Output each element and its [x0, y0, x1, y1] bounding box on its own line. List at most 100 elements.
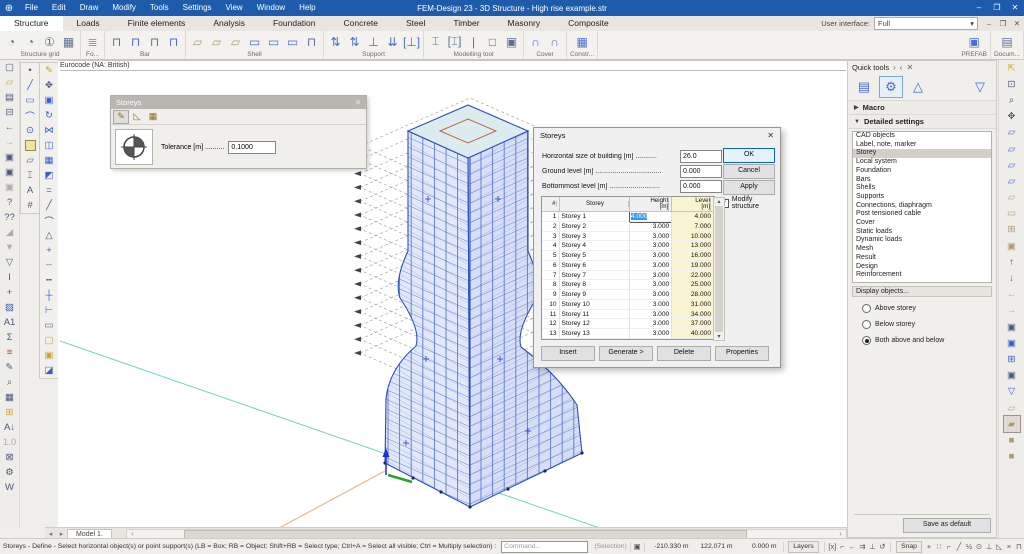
sketch-icon[interactable]: ✎ [2, 360, 18, 375]
scroll-left-icon[interactable]: ‹ [127, 531, 138, 538]
storeys-table[interactable]: # Storey Height [m] Level [m] 1 Storey 1 4.000 4… [541, 196, 725, 341]
solid-icon[interactable]: ▱ [22, 153, 38, 168]
tab-foundation[interactable]: Foundation [259, 16, 330, 31]
table-row[interactable]: 1 Storey 1 4.000 4.000 [542, 212, 714, 223]
radio-above-storey[interactable]: Above storey [862, 304, 996, 313]
dimension-icon[interactable]: ⌶ [22, 168, 38, 183]
construction-grid-icon[interactable]: ▦ [574, 33, 591, 50]
view-3d-icon[interactable]: ▱ [1004, 190, 1020, 206]
snap-tool-icon[interactable]: × [1004, 542, 1014, 551]
snap-tool-icon[interactable]: [x] [827, 542, 837, 551]
text-cursor-icon[interactable]: I [2, 270, 18, 285]
numbering-icon[interactable]: ① [41, 33, 58, 50]
snap-tool-icon[interactable]: ⇉ [857, 542, 867, 551]
command-input[interactable]: Command... [501, 540, 589, 553]
table-row[interactable]: 13 Storey 13 3.000 40.000 [542, 329, 714, 339]
snap-tool-icon[interactable]: ⊥ [867, 542, 877, 551]
settings-item-bars[interactable]: Bars [853, 176, 991, 185]
copy-icon[interactable]: ▣ [2, 150, 18, 165]
wall-icon[interactable]: ▭ [246, 33, 263, 50]
settings-item-static-loads[interactable]: Static loads [853, 228, 991, 237]
region-icon[interactable]: □ [484, 33, 501, 50]
settings-gear-icon[interactable]: ⚙ [2, 465, 18, 480]
table-row[interactable]: 11 Storey 11 3.000 34.000 [542, 309, 714, 320]
table-row[interactable]: 4 Storey 4 3.000 13.000 [542, 241, 714, 251]
snap-tool-icon[interactable]: ⊙ [974, 542, 984, 551]
move-icon[interactable]: ✥ [41, 78, 57, 93]
settings-item-supports[interactable]: Supports [853, 193, 991, 202]
tab-timber[interactable]: Timber [439, 16, 493, 31]
close-icon[interactable]: ✕ [1010, 19, 1024, 28]
edge-icon[interactable]: ▭ [41, 318, 57, 333]
region-fill-icon[interactable] [22, 138, 38, 153]
modify-structure-checkbox[interactable]: ✓ Modify structure [720, 196, 780, 210]
group-support-icon[interactable]: ⇊ [384, 33, 401, 50]
fillet-icon[interactable]: ⌒ [41, 213, 57, 228]
scroll-down-icon[interactable]: ▾ [717, 333, 720, 340]
ok-button[interactable]: OK [723, 148, 775, 163]
filter-off-icon[interactable]: ▽ [2, 255, 18, 270]
snap-tool-icon[interactable]: ½ [964, 542, 974, 551]
menu-help[interactable]: Help [292, 3, 322, 12]
cancel-button[interactable]: Cancel [723, 164, 775, 179]
tab-concrete[interactable]: Concrete [330, 16, 393, 31]
break-icon[interactable]: ╍ [41, 273, 57, 288]
table-row[interactable]: 3 Storey 3 3.000 10.000 [542, 231, 714, 242]
snap-tool-icon[interactable]: ← [847, 542, 857, 551]
table-icon[interactable]: ▦ [146, 111, 160, 123]
rotate-icon[interactable]: ↻ [41, 108, 57, 123]
chamfer-icon[interactable]: △ [41, 228, 57, 243]
display-filter-icon[interactable]: ▽ [1004, 384, 1020, 400]
delete-button[interactable]: Delete [657, 346, 711, 361]
next-model-icon[interactable]: ▸ [56, 530, 67, 538]
table-view-icon[interactable]: ▦ [2, 390, 18, 405]
zoom-find-icon[interactable]: ⌕ [2, 375, 18, 390]
minimize-icon[interactable]: – [982, 19, 996, 28]
plane-icon[interactable]: ▭ [1004, 206, 1020, 222]
filter-icon[interactable]: ▼ [2, 240, 18, 255]
selection-mode-label[interactable]: (Selection) [594, 543, 627, 550]
circle-icon[interactable]: ⊙ [22, 123, 38, 138]
snap-tool-icon[interactable]: + [924, 542, 934, 551]
arc-icon[interactable]: ⌒ [22, 108, 38, 123]
truss-icon[interactable]: ⊓ [146, 33, 163, 50]
scale-icon[interactable]: 1.0 [2, 435, 18, 450]
subtract-icon[interactable]: ◪ [41, 363, 57, 378]
snap-tool-icon[interactable]: ⌐ [944, 542, 954, 551]
undo-icon[interactable]: ← [2, 120, 18, 135]
web-icon[interactable]: W [2, 480, 18, 495]
column-header[interactable]: Height [m] [630, 197, 673, 211]
generate-button[interactable]: Generate > [599, 346, 653, 361]
view-iso-icon[interactable]: ▱ [1004, 173, 1020, 189]
tolerance-input[interactable]: 0.1000 [228, 140, 277, 154]
plate-hole-icon[interactable]: ▱ [227, 33, 244, 50]
zoom-extents-icon[interactable]: ⊡ [1004, 76, 1020, 92]
mirror-icon[interactable]: ⋈ [41, 123, 57, 138]
tab-masonry[interactable]: Masonry [494, 16, 555, 31]
spring-icon[interactable]: ⌶ [427, 33, 444, 50]
spring-pair-icon[interactable]: [⌶] [446, 33, 463, 50]
dialog-title-bar[interactable]: Storeys ✕ [534, 128, 780, 142]
field-input[interactable]: 26.0 [680, 150, 722, 163]
erase-icon[interactable]: ◺ [130, 111, 144, 123]
storey-axes-button[interactable] [115, 129, 153, 165]
maximize-icon[interactable]: ❐ [996, 19, 1010, 28]
radio-below-storey[interactable]: Below storey [862, 320, 996, 329]
menu-file[interactable]: File [18, 3, 45, 12]
minimize-icon[interactable]: – [970, 0, 988, 16]
annotate-icon[interactable]: A1 [2, 315, 18, 330]
settings-item-cover[interactable]: Cover [853, 219, 991, 228]
table-row[interactable]: 9 Storey 9 3.000 28.000 [542, 290, 714, 300]
documentation-icon[interactable]: ▤ [998, 33, 1015, 50]
clip-copy-icon[interactable]: ▣ [1004, 319, 1020, 335]
select-check-icon[interactable]: ▨ [2, 300, 18, 315]
settings-item-mesh[interactable]: Mesh [853, 245, 991, 254]
tab-composite[interactable]: Composite [554, 16, 623, 31]
storey-down-icon[interactable]: ↓ [1004, 270, 1020, 286]
table-row[interactable]: 2 Storey 2 3.000 7.000 [542, 221, 714, 232]
text-icon[interactable]: A [22, 183, 38, 198]
view-side-icon[interactable]: ▱ [1004, 141, 1020, 157]
settings-item-cad-objects[interactable]: CAD objects [853, 132, 991, 141]
face-icon[interactable]: ▢ [41, 333, 57, 348]
info-icon[interactable]: ? [2, 195, 18, 210]
